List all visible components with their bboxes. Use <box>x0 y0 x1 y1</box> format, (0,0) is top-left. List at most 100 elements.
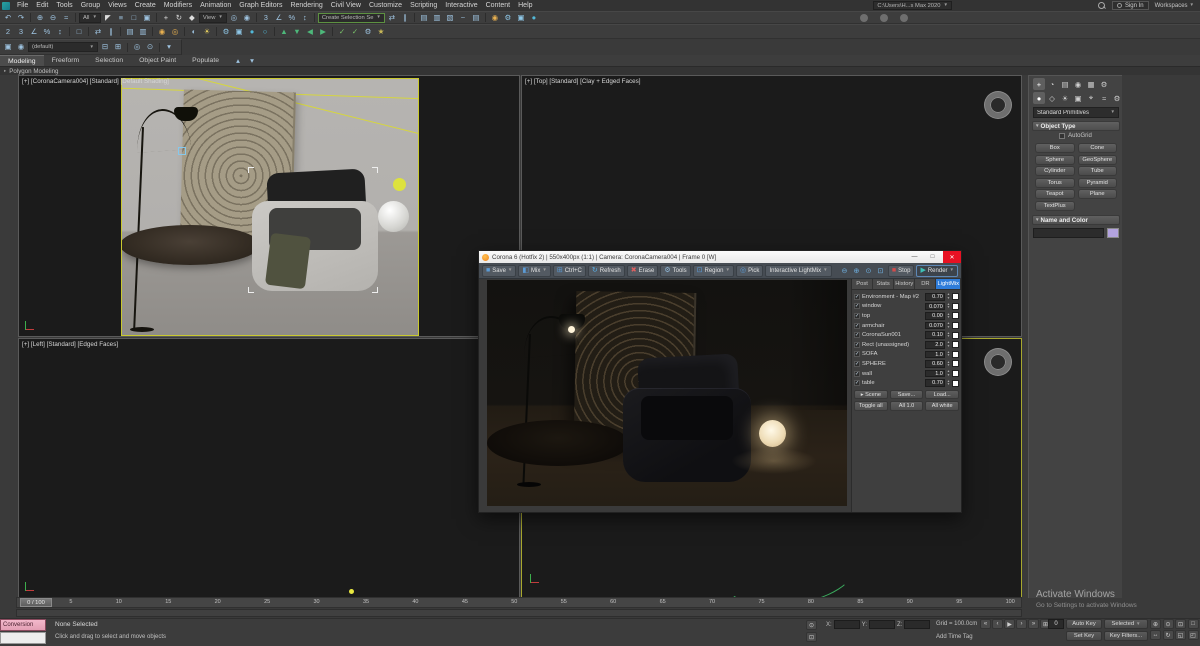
field-of-view-button[interactable]: ◱ <box>1175 630 1186 640</box>
lightmix-color-swatch[interactable] <box>952 379 959 387</box>
lightmix-checkbox[interactable]: ✓ <box>854 332 860 339</box>
redo-icon[interactable]: ↷ <box>15 12 27 23</box>
isolate-down-icon[interactable]: ▼ <box>291 26 303 37</box>
viewport-left-label[interactable]: [+] [Left] [Standard] [Edged Faces] <box>22 341 118 348</box>
corona-action-save[interactable]: Save... <box>889 389 924 400</box>
zoom-actual-icon[interactable]: ⊙ <box>863 265 874 276</box>
lightmix-color-swatch[interactable] <box>952 331 959 339</box>
isolate-selection-icon[interactable]: ◎ <box>131 42 143 53</box>
zoom-in-icon[interactable]: ⊕ <box>851 265 862 276</box>
primitive-button-box[interactable]: Box <box>1035 143 1075 153</box>
zoom-fit-icon[interactable]: ⊡ <box>875 265 886 276</box>
percent-snap-toggle-icon[interactable]: % <box>286 12 298 23</box>
corona-action-toggle-all[interactable]: Toggle all <box>854 401 888 411</box>
light-gizmo-marker[interactable] <box>178 147 186 155</box>
use-pivot-center-icon[interactable]: ◎ <box>228 12 240 23</box>
minimize-button[interactable]: — <box>907 251 922 263</box>
rectangular-selection-region-icon[interactable]: □ <box>128 12 140 23</box>
primitive-category-dropdown[interactable]: Standard Primitives ▼ <box>1033 107 1119 118</box>
select-and-link-icon[interactable]: ⊕ <box>34 12 46 23</box>
layer-explorer-toggle-icon[interactable]: ▥ <box>431 12 443 23</box>
close-button[interactable]: ✕ <box>943 251 961 263</box>
corona-tab-lightmix[interactable]: LightMix <box>936 279 962 289</box>
unlink-selection-icon[interactable]: ⊖ <box>47 12 59 23</box>
key-filters-button[interactable]: Key Filters... <box>1104 631 1148 641</box>
zoom-region-button[interactable]: □ <box>1187 619 1199 629</box>
lightmix-checkbox[interactable]: ✓ <box>854 293 860 300</box>
ribbon-toggle-icon[interactable]: ▧ <box>444 12 456 23</box>
selection-lock-toggle-icon[interactable]: ⊙ <box>806 620 817 630</box>
steering-wheel-icon[interactable] <box>985 349 1011 375</box>
display-tab-icon[interactable]: ▦ <box>1085 78 1097 90</box>
percent-snap-icon[interactable]: % <box>41 26 53 37</box>
lighting-analysis-icon[interactable]: ☀ <box>201 26 213 37</box>
snap-2d-icon[interactable]: 2 <box>2 26 14 37</box>
show-end-result-icon[interactable]: ▣ <box>2 42 14 53</box>
helpers-category-icon[interactable]: ⌖ <box>1085 92 1097 104</box>
corona-vfb-window[interactable]: Corona 6 (Hotfix 2) | 550x400px (1:1) | … <box>478 250 962 513</box>
polygon-modeling-strip[interactable]: ▸ Polygon Modeling <box>0 66 1200 75</box>
rendered-frame-window-icon[interactable]: ▣ <box>515 12 527 23</box>
lightmix-color-swatch[interactable] <box>952 312 959 320</box>
favorites-icon[interactable]: ★ <box>375 26 387 37</box>
next-sibling-icon[interactable]: ▶ <box>317 26 329 37</box>
primitive-button-teapot[interactable]: Teapot <box>1035 189 1075 199</box>
menu-customize[interactable]: Customize <box>365 0 406 11</box>
lightmix-intensity-field[interactable]: 1.0 <box>924 369 945 378</box>
corona-tab-dr[interactable]: DR <box>915 279 937 289</box>
lightmix-intensity-field[interactable]: 0.70 <box>924 293 945 301</box>
menu-modifiers[interactable]: Modifiers <box>160 0 196 11</box>
feedback-icon[interactable] <box>880 14 888 22</box>
pan-button[interactable]: ↔ <box>1150 630 1161 640</box>
coffee-table-object[interactable] <box>122 225 260 265</box>
primitive-button-tube[interactable]: Tube <box>1077 166 1117 176</box>
spinner-snap-icon[interactable]: ↕ <box>54 26 66 37</box>
render-iterative-icon[interactable]: ○ <box>259 26 271 37</box>
track-bar[interactable] <box>16 609 1022 617</box>
ribbon-options-icon[interactable]: ▾ <box>246 55 258 66</box>
lightmix-checkbox[interactable]: ✓ <box>854 360 860 367</box>
lightmix-spinner[interactable]: ▲ ▼ <box>947 302 950 310</box>
viewport-camera-label[interactable]: [+] [CoronaCamera004] [Standard] [Defaul… <box>22 78 169 85</box>
lightmix-spinner[interactable]: ▲ ▼ <box>947 312 950 320</box>
select-by-name-icon[interactable]: ≡ <box>115 12 127 23</box>
modifier-set-dropdown[interactable]: (default) ▼ <box>28 42 98 52</box>
y-coordinate-field[interactable] <box>869 620 896 629</box>
render-setup-icon[interactable]: ⚙ <box>502 12 514 23</box>
motion-tab-icon[interactable]: ◉ <box>1072 78 1084 90</box>
project-folder-dropdown[interactable]: C:\Users\H...s Max 2020 ▼ <box>873 1 952 10</box>
lightmix-checkbox[interactable]: ✓ <box>854 380 860 387</box>
menu-rendering[interactable]: Rendering <box>286 0 326 11</box>
window-crossing-toggle-icon[interactable]: ▣ <box>141 12 153 23</box>
corona-render-button[interactable]: ▶ Render ▼ <box>916 264 958 277</box>
material-map-navigator-icon[interactable]: ◎ <box>169 26 181 37</box>
viewport-left[interactable]: [+] [Left] [Standard] [Edged Faces] <box>18 338 520 598</box>
zoom-out-icon[interactable]: ⊖ <box>839 265 850 276</box>
ribbon-minimize-icon[interactable]: ▴ <box>232 55 244 66</box>
next-frame-button[interactable]: › <box>1016 619 1027 629</box>
spinner-snap-toggle-icon[interactable]: ↕ <box>299 12 311 23</box>
lightmix-spinner[interactable]: ▲ ▼ <box>947 331 950 339</box>
go-to-end-button[interactable]: » <box>1028 619 1039 629</box>
menu-create[interactable]: Create <box>131 0 160 11</box>
menu-graph-editors[interactable]: Graph Editors <box>235 0 286 11</box>
maximize-viewport-toggle-button[interactable]: ◰ <box>1187 630 1199 640</box>
maxscript-listener-output[interactable] <box>0 632 46 644</box>
menu-animation[interactable]: Animation <box>196 0 235 11</box>
steering-wheel-icon[interactable] <box>985 92 1011 118</box>
scene-explorer-toggle-icon[interactable]: ▤ <box>418 12 430 23</box>
primitive-button-sphere[interactable]: Sphere <box>1035 154 1075 165</box>
ribbon-tab-populate[interactable]: Populate <box>184 55 227 66</box>
add-time-tag-button[interactable]: Add Time Tag <box>936 634 973 640</box>
lightmix-checkbox[interactable]: ✓ <box>854 351 860 358</box>
ribbon-tab-selection[interactable]: Selection <box>87 55 131 66</box>
select-and-scale-icon[interactable]: ◆ <box>186 12 198 23</box>
corona-action-all-white[interactable]: All white <box>925 401 960 411</box>
select-and-move-icon[interactable]: + <box>160 12 172 23</box>
create-selection-set-field[interactable]: Create Selection Se ▼ <box>317 12 385 23</box>
lightmix-intensity-field[interactable]: 0.070 <box>924 321 945 330</box>
menu-edit[interactable]: Edit <box>32 0 52 11</box>
menu-content[interactable]: Content <box>482 0 515 11</box>
timeline-ruler[interactable]: 0510152025303540455055606570758085909510… <box>16 597 1022 608</box>
corona-interactive-lightmix-button[interactable]: Interactive LightMix ▼ <box>765 264 832 277</box>
